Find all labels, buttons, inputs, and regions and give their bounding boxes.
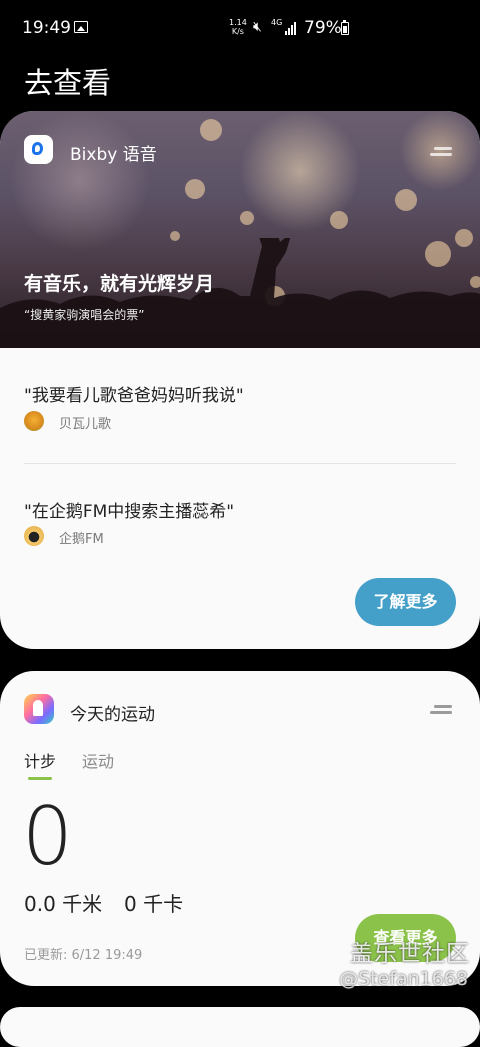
samsung-health-icon bbox=[24, 694, 54, 724]
learn-more-button[interactable]: 了解更多 bbox=[355, 578, 456, 626]
bixby-voice-card[interactable]: Bixby 语音 有音乐，就有光辉岁月 “搜黄家驹演唱会的票” "我要看儿歌爸爸… bbox=[0, 111, 480, 649]
step-count: 0 bbox=[22, 790, 73, 883]
hero-subtitle: “搜黄家驹演唱会的票” bbox=[24, 308, 145, 322]
distance-value: 0.0 千米 bbox=[24, 892, 103, 916]
bixby-app-icon bbox=[24, 135, 53, 164]
watermark-text: 盖乐世社区 bbox=[350, 941, 470, 967]
calories-value: 0 千卡 bbox=[124, 892, 184, 916]
signal-icon bbox=[285, 21, 299, 35]
command-app-label: 贝瓦儿歌 bbox=[59, 417, 112, 432]
voice-command-2[interactable]: "在企鹅FM中搜索主播蕊希" bbox=[24, 497, 234, 522]
bokeh-light bbox=[240, 211, 254, 225]
exercise-card-title: 今天的运动 bbox=[70, 705, 155, 725]
bixby-hero-banner[interactable]: Bixby 语音 有音乐，就有光辉岁月 “搜黄家驹演唱会的票” bbox=[0, 111, 480, 348]
gallery-notification-icon bbox=[74, 21, 88, 33]
mute-icon: 🔇︎ bbox=[253, 19, 262, 35]
active-tab-indicator bbox=[28, 777, 52, 780]
tab-exercise[interactable]: 运动 bbox=[82, 748, 114, 772]
network-type: 4G bbox=[271, 18, 283, 27]
voice-command-1[interactable]: "我要看儿歌爸爸妈妈听我说" bbox=[24, 381, 244, 406]
watermark-username: @Stefan1668 bbox=[339, 968, 468, 990]
command-app-label: 企鹅FM bbox=[59, 532, 104, 547]
qie-fm-app-icon bbox=[24, 526, 44, 546]
network-speed: 1.14 K/s bbox=[229, 18, 247, 36]
status-time: 19:49 bbox=[22, 18, 71, 38]
bokeh-light bbox=[185, 179, 205, 199]
last-updated: 已更新: 6/12 19:49 bbox=[24, 948, 143, 963]
bokeh-light bbox=[200, 119, 222, 141]
beiwa-app-icon bbox=[24, 411, 44, 431]
bokeh-light bbox=[395, 189, 417, 211]
bixby-app-name: Bixby 语音 bbox=[70, 145, 157, 165]
drag-handle-icon[interactable] bbox=[430, 147, 452, 156]
tab-steps[interactable]: 计步 bbox=[24, 748, 56, 772]
hero-title: 有音乐，就有光辉岁月 bbox=[24, 273, 215, 295]
battery-percent: 79% bbox=[304, 18, 342, 38]
divider bbox=[24, 463, 456, 464]
bokeh-light bbox=[330, 211, 348, 229]
next-card-peek[interactable] bbox=[0, 1007, 480, 1047]
battery-icon bbox=[341, 20, 349, 35]
drag-handle-icon[interactable] bbox=[430, 705, 452, 714]
status-bar: 19:49 1.14 K/s 🔇︎ 4G 79% bbox=[0, 0, 480, 58]
page-title: 去查看 bbox=[24, 66, 112, 100]
